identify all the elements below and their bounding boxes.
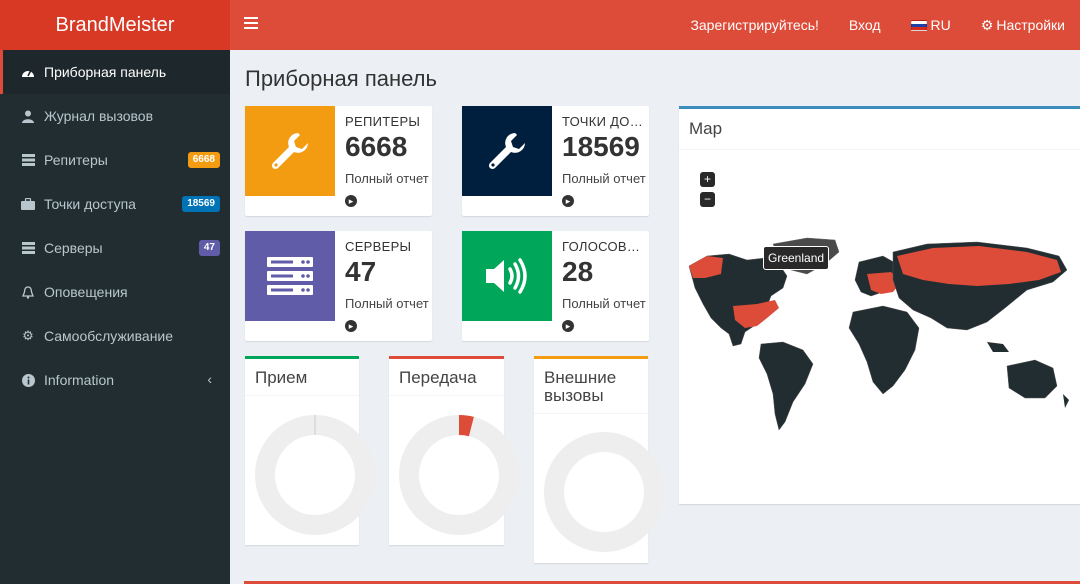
hotspots-count-badge: 18569 [182, 196, 220, 212]
arrow-circle-right-icon: ▸ [345, 195, 357, 207]
repeaters-count-badge: 6668 [187, 152, 220, 168]
zoom-out-button[interactable]: − [700, 192, 715, 207]
box-title: Прием [245, 359, 359, 396]
zoom-in-button[interactable]: + [700, 172, 715, 187]
sidebar-item-label: Приборная панель [44, 64, 167, 80]
register-link[interactable]: Зарегистрируйтесь! [675, 17, 833, 33]
server-rack-icon [245, 231, 335, 321]
arrow-circle-right-icon: ▸ [562, 195, 574, 207]
sidebar-item-label: Серверы [44, 240, 103, 256]
map-tooltip: Greenland [763, 246, 830, 270]
world-map[interactable] [687, 234, 1080, 434]
server-icon [21, 241, 35, 255]
info-box-value: 18569 [562, 131, 640, 162]
external-calls-box: Внешние вызовы [534, 356, 664, 563]
sidebar-item-label: Оповещения [44, 284, 128, 300]
full-report-link[interactable]: Полный отчет ▸ [345, 169, 429, 209]
sidebar-item-label: Точки доступа [44, 196, 136, 212]
full-report-label: Полный отчет [345, 171, 429, 186]
sidebar-item-dashboard[interactable]: Приборная панель [0, 50, 230, 94]
transmit-donut-chart [399, 415, 519, 535]
external-calls-donut-chart [544, 432, 664, 552]
info-box-label: СЕРВЕРЫ [345, 239, 412, 254]
gears-icon: ⚙ [980, 16, 994, 33]
sidebar-item-label: Репитеры [44, 152, 108, 168]
gear-icon: ⚙ [22, 328, 34, 343]
info-box-value: 6668 [345, 131, 408, 162]
info-box-value: 47 [345, 256, 377, 287]
info-box-label: ТОЧКИ ДОСТУПА [562, 114, 646, 129]
full-report-label: Полный отчет [562, 296, 646, 311]
sidebar: Приборная панель Журнал вызовов Репитеры… [0, 50, 230, 584]
arrow-circle-right-icon: ▸ [562, 320, 574, 332]
sidebar-item-label: Information [44, 372, 115, 388]
repeaters-info-box: РЕПИТЕРЫ 6668 Полный отчет ▸ [245, 106, 432, 216]
user-icon [21, 109, 35, 123]
full-report-label: Полный отчет [562, 171, 646, 186]
full-report-link[interactable]: Полный отчет ▸ [345, 294, 429, 334]
sidebar-item-servers[interactable]: Серверы 47 [0, 226, 230, 270]
russia-flag-icon [910, 19, 927, 31]
dashboard-icon [21, 65, 35, 79]
sidebar-item-repeaters[interactable]: Репитеры 6668 [0, 138, 230, 182]
bell-icon [21, 285, 35, 299]
wrench-icon [245, 106, 335, 196]
server-icon [21, 153, 35, 167]
servers-info-box: СЕРВЕРЫ 47 Полный отчет ▸ [245, 231, 432, 341]
box-title: Map [679, 109, 1080, 150]
settings-link[interactable]: ⚙ Настройки [966, 17, 1080, 34]
sidebar-item-call-log[interactable]: Журнал вызовов [0, 94, 230, 138]
servers-count-badge: 47 [198, 240, 220, 256]
full-report-label: Полный отчет [345, 296, 429, 311]
speaker-icon [462, 231, 552, 321]
login-link[interactable]: Вход [834, 17, 896, 33]
sidebar-item-information[interactable]: Information ‹ [0, 358, 230, 402]
voice-info-box: ГОЛОСОВЫЕ 28 Полный отчет ▸ [462, 231, 649, 341]
main-content: Приборная панель РЕПИТЕРЫ 6668 Полный от… [230, 50, 1080, 584]
settings-label: Настройки [996, 17, 1065, 33]
sidebar-item-self-service[interactable]: ⚙ Самообслуживание [0, 314, 230, 358]
menu-toggle-icon[interactable] [244, 17, 258, 31]
sidebar-item-label: Самообслуживание [44, 328, 174, 344]
receive-box: Прием [245, 356, 375, 545]
language-label: RU [930, 17, 951, 33]
receive-donut-chart [255, 415, 375, 535]
box-title: Передача [389, 359, 504, 396]
top-navbar: Зарегистрируйтесь! Вход RU ⚙ Настройки [230, 0, 1080, 50]
sidebar-item-hotspots[interactable]: Точки доступа 18569 [0, 182, 230, 226]
sidebar-item-label: Журнал вызовов [44, 108, 154, 124]
language-selector[interactable]: RU [896, 17, 966, 33]
wrench-icon [462, 106, 552, 196]
arrow-circle-right-icon: ▸ [345, 320, 357, 332]
page-title: Приборная панель [245, 66, 437, 91]
info-box-value: 28 [562, 256, 594, 287]
sidebar-item-notifications[interactable]: Оповещения [0, 270, 230, 314]
info-box-label: ГОЛОСОВЫЕ [562, 239, 646, 254]
chevron-left-icon: ‹ [207, 371, 212, 387]
map-box: Map + − Greenland [679, 106, 1080, 504]
box-title: Внешние вызовы [534, 359, 648, 414]
nav-right: Зарегистрируйтесь! Вход RU ⚙ Настройки [675, 0, 1080, 50]
full-report-link[interactable]: Полный отчет ▸ [562, 294, 646, 334]
info-icon [21, 373, 35, 387]
hotspots-info-box: ТОЧКИ ДОСТУПА 18569 Полный отчет ▸ [462, 106, 649, 216]
brand-logo[interactable]: BrandMeister [0, 0, 230, 50]
brand-name: BrandMeister [55, 13, 175, 36]
info-box-label: РЕПИТЕРЫ [345, 114, 421, 129]
full-report-link[interactable]: Полный отчет ▸ [562, 169, 646, 209]
briefcase-icon [21, 197, 35, 211]
transmit-box: Передача [389, 356, 519, 545]
